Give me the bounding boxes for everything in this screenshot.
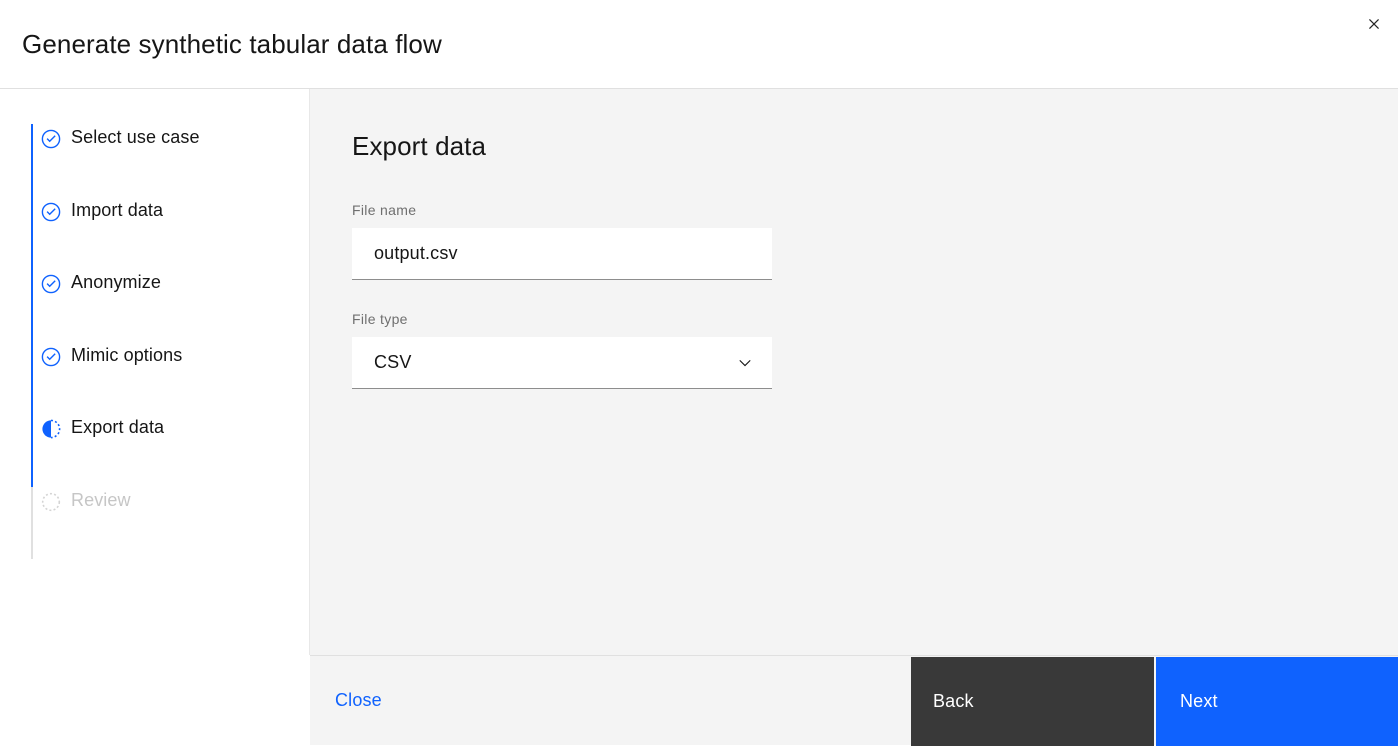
file-type-label: File type <box>352 311 408 327</box>
modal-footer: Close Back Next <box>0 655 1398 746</box>
dashed-circle-icon <box>41 492 61 512</box>
footer-spacer <box>0 655 310 745</box>
close-button[interactable] <box>1350 0 1398 48</box>
check-circle-icon <box>41 202 61 222</box>
modal-header: Generate synthetic tabular data flow <box>0 0 1398 89</box>
sidebar-item-label: Mimic options <box>71 344 183 365</box>
check-circle-icon <box>41 129 61 149</box>
wizard-modal: Generate synthetic tabular data flow Sel… <box>0 0 1398 746</box>
next-button[interactable]: Next <box>1156 657 1398 746</box>
check-circle-icon <box>41 347 61 367</box>
file-name-label: File name <box>352 202 417 218</box>
file-type-select[interactable]: CSV <box>352 337 772 389</box>
content-heading: Export data <box>352 131 487 161</box>
footer-button-bar: Close Back Next <box>310 655 1398 746</box>
close-button-footer[interactable]: Close <box>310 656 911 745</box>
sidebar-item-select-use-case[interactable]: Select use case <box>0 124 309 197</box>
file-name-input[interactable] <box>352 228 772 280</box>
sidebar-item-export-data[interactable]: Export data <box>0 414 309 487</box>
progress-step-list: Select use case Import data Anonymize Mi… <box>0 124 309 559</box>
sidebar-item-anonymize[interactable]: Anonymize <box>0 269 309 342</box>
file-type-selected-value: CSV <box>374 352 412 372</box>
main-content: Export data File name File type CSV <box>310 89 1398 655</box>
file-name-field-group: File name <box>352 201 772 280</box>
back-button[interactable]: Back <box>911 657 1154 746</box>
sidebar-item-label: Review <box>71 489 131 510</box>
sidebar-item-review: Review <box>0 486 309 560</box>
sidebar-item-label: Select use case <box>71 127 200 147</box>
check-circle-icon <box>41 274 61 294</box>
sidebar-item-import-data[interactable]: Import data <box>0 196 309 270</box>
sidebar-item-label: Anonymize <box>71 272 161 292</box>
sidebar-item-label: Import data <box>71 199 164 220</box>
sidebar-item-mimic-options[interactable]: Mimic options <box>0 341 309 415</box>
modal-body: Select use case Import data Anonymize Mi… <box>0 89 1398 655</box>
half-filled-circle-icon <box>41 419 61 439</box>
file-type-field-group: File type CSV <box>352 310 772 389</box>
close-icon <box>1364 14 1384 34</box>
sidebar-item-label: Export data <box>71 417 165 437</box>
page-title: Generate synthetic tabular data flow <box>22 29 442 59</box>
progress-sidebar: Select use case Import data Anonymize Mi… <box>0 89 310 655</box>
file-type-select-wrapper: CSV <box>352 337 772 389</box>
